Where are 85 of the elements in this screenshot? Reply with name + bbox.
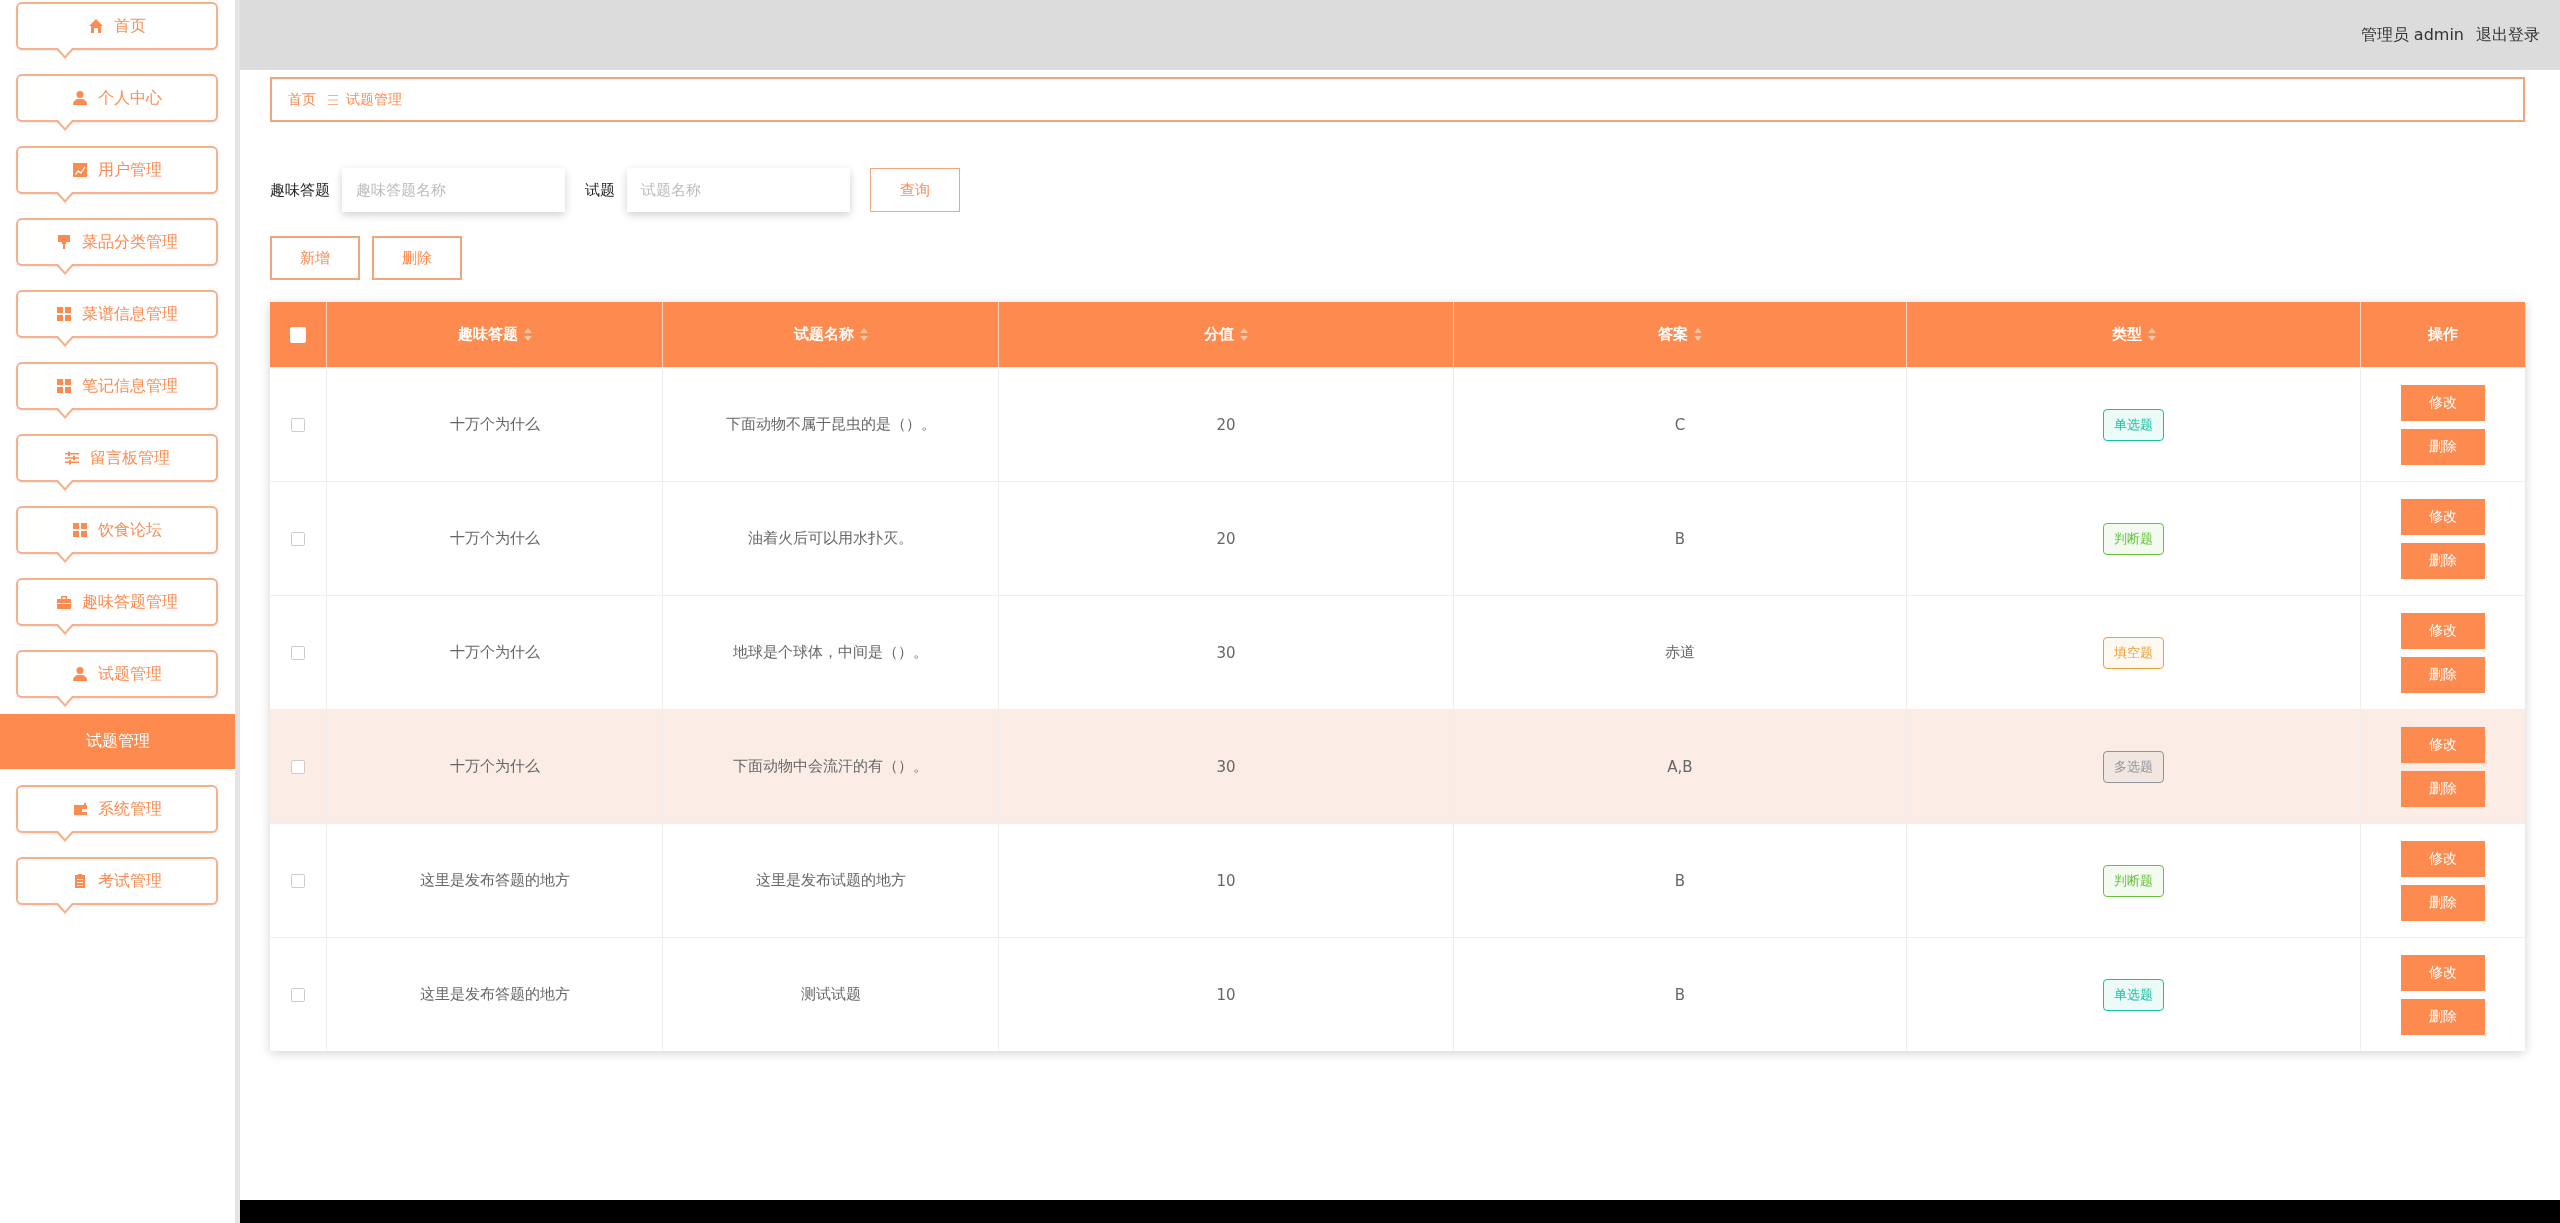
- column-header[interactable]: 试题名称: [793, 325, 854, 344]
- field-label: 趣味答题: [270, 180, 330, 200]
- table-cell: 20: [1216, 415, 1236, 434]
- search-field[interactable]: 趣味答题名称: [342, 168, 565, 212]
- delete-button[interactable]: 删除: [2401, 998, 2485, 1035]
- breadcrumb-link[interactable]: 试题管理: [346, 90, 402, 109]
- edit-button[interactable]: 修改: [2401, 840, 2485, 877]
- edit-button[interactable]: 修改: [2401, 384, 2485, 421]
- delete-button[interactable]: 删除: [2401, 428, 2485, 465]
- clipboard-icon: [72, 873, 88, 889]
- table-cell: 30: [1216, 643, 1236, 662]
- table-cell: 20: [1216, 529, 1236, 548]
- table-cell: 十万个为什么: [449, 643, 540, 662]
- table-cell: 十万个为什么: [449, 757, 540, 776]
- row-checkbox[interactable]: [291, 417, 305, 432]
- wallet-icon: [72, 801, 88, 817]
- delete-button[interactable]: 删除: [2401, 656, 2485, 693]
- type-tag: 单选题: [2103, 978, 2164, 1011]
- table-cell: B: [1674, 529, 1686, 548]
- table-cell: 下面动物不属于昆虫的是（）。: [725, 415, 936, 434]
- table-cell: 十万个为什么: [449, 415, 540, 434]
- sort-icon[interactable]: [1240, 328, 1248, 341]
- table-cell: 这里是发布答题的地方: [419, 985, 570, 1004]
- column-header[interactable]: 类型: [2111, 325, 2142, 344]
- row-checkbox[interactable]: [291, 759, 305, 774]
- table-cell: 下面动物中会流汗的有（）。: [733, 757, 928, 776]
- user-icon: [72, 90, 88, 106]
- row-checkbox[interactable]: [291, 531, 305, 546]
- table-cell: 10: [1216, 871, 1236, 890]
- table-cell: 这里是发布试题的地方: [755, 871, 906, 890]
- sort-icon[interactable]: [859, 328, 868, 341]
- sort-icon[interactable]: [523, 328, 532, 341]
- user-icon: [72, 666, 88, 682]
- table-cell: 测试试题: [800, 985, 861, 1004]
- row-checkbox[interactable]: [291, 645, 305, 660]
- table-cell: C: [1674, 415, 1686, 434]
- delete-button[interactable]: 删除: [2401, 884, 2485, 921]
- table-cell: 30: [1216, 757, 1236, 776]
- sort-icon[interactable]: [1694, 328, 1702, 341]
- type-tag: 判断题: [2103, 864, 2164, 897]
- sliders-icon: [64, 450, 80, 466]
- add-button[interactable]: 新增: [270, 236, 360, 280]
- chart-icon: [72, 162, 88, 178]
- table-cell: B: [1674, 985, 1686, 1004]
- table-cell: 赤道: [1665, 643, 1695, 662]
- select-all-checkbox[interactable]: [290, 326, 306, 343]
- type-tag: 判断题: [2103, 522, 2164, 555]
- search-button[interactable]: 查询: [870, 168, 960, 212]
- logout-link[interactable]: 退出登录: [2476, 24, 2540, 46]
- type-tag: 单选题: [2103, 408, 2164, 441]
- breadcrumb-link[interactable]: 首页: [288, 90, 316, 109]
- brush-icon: [56, 234, 72, 250]
- grid-icon: [56, 306, 72, 322]
- table-cell: 这里是发布答题的地方: [419, 871, 570, 890]
- admin-label: 管理员 admin: [2360, 24, 2464, 46]
- row-checkbox[interactable]: [291, 987, 305, 1002]
- grid-icon: [72, 522, 88, 538]
- field-label: 试题: [585, 180, 615, 200]
- delete-button[interactable]: 删除: [372, 236, 462, 280]
- row-checkbox[interactable]: [291, 873, 305, 888]
- edit-button[interactable]: 修改: [2401, 612, 2485, 649]
- edit-button[interactable]: 修改: [2401, 954, 2485, 991]
- edit-button[interactable]: 修改: [2401, 498, 2485, 535]
- column-header: 操作: [2428, 325, 2458, 344]
- type-tag: 填空题: [2103, 636, 2164, 669]
- table-cell: B: [1674, 871, 1686, 890]
- column-header[interactable]: 答案: [1658, 325, 1688, 344]
- search-field[interactable]: 试题名称: [627, 168, 850, 212]
- edit-button[interactable]: 修改: [2401, 726, 2485, 763]
- home-icon: [88, 18, 104, 34]
- grid-icon: [56, 378, 72, 394]
- table-cell: 地球是个球体，中间是（）。: [733, 643, 928, 662]
- table-cell: 十万个为什么: [449, 529, 540, 548]
- submenu-item[interactable]: 试题管理: [0, 714, 235, 769]
- briefcase-icon: [56, 594, 72, 610]
- delete-button[interactable]: 删除: [2401, 542, 2485, 579]
- type-tag: 多选题: [2103, 750, 2164, 783]
- table-cell: 油着火后可以用水扑灭。: [748, 529, 913, 548]
- table-cell: A,B: [1667, 757, 1693, 776]
- delete-button[interactable]: 删除: [2401, 770, 2485, 807]
- separator-icon: [328, 93, 338, 106]
- table-cell: 10: [1216, 985, 1236, 1004]
- sort-icon[interactable]: [2147, 328, 2156, 341]
- column-header[interactable]: 趣味答题: [457, 325, 518, 344]
- column-header[interactable]: 分值: [1204, 325, 1234, 344]
